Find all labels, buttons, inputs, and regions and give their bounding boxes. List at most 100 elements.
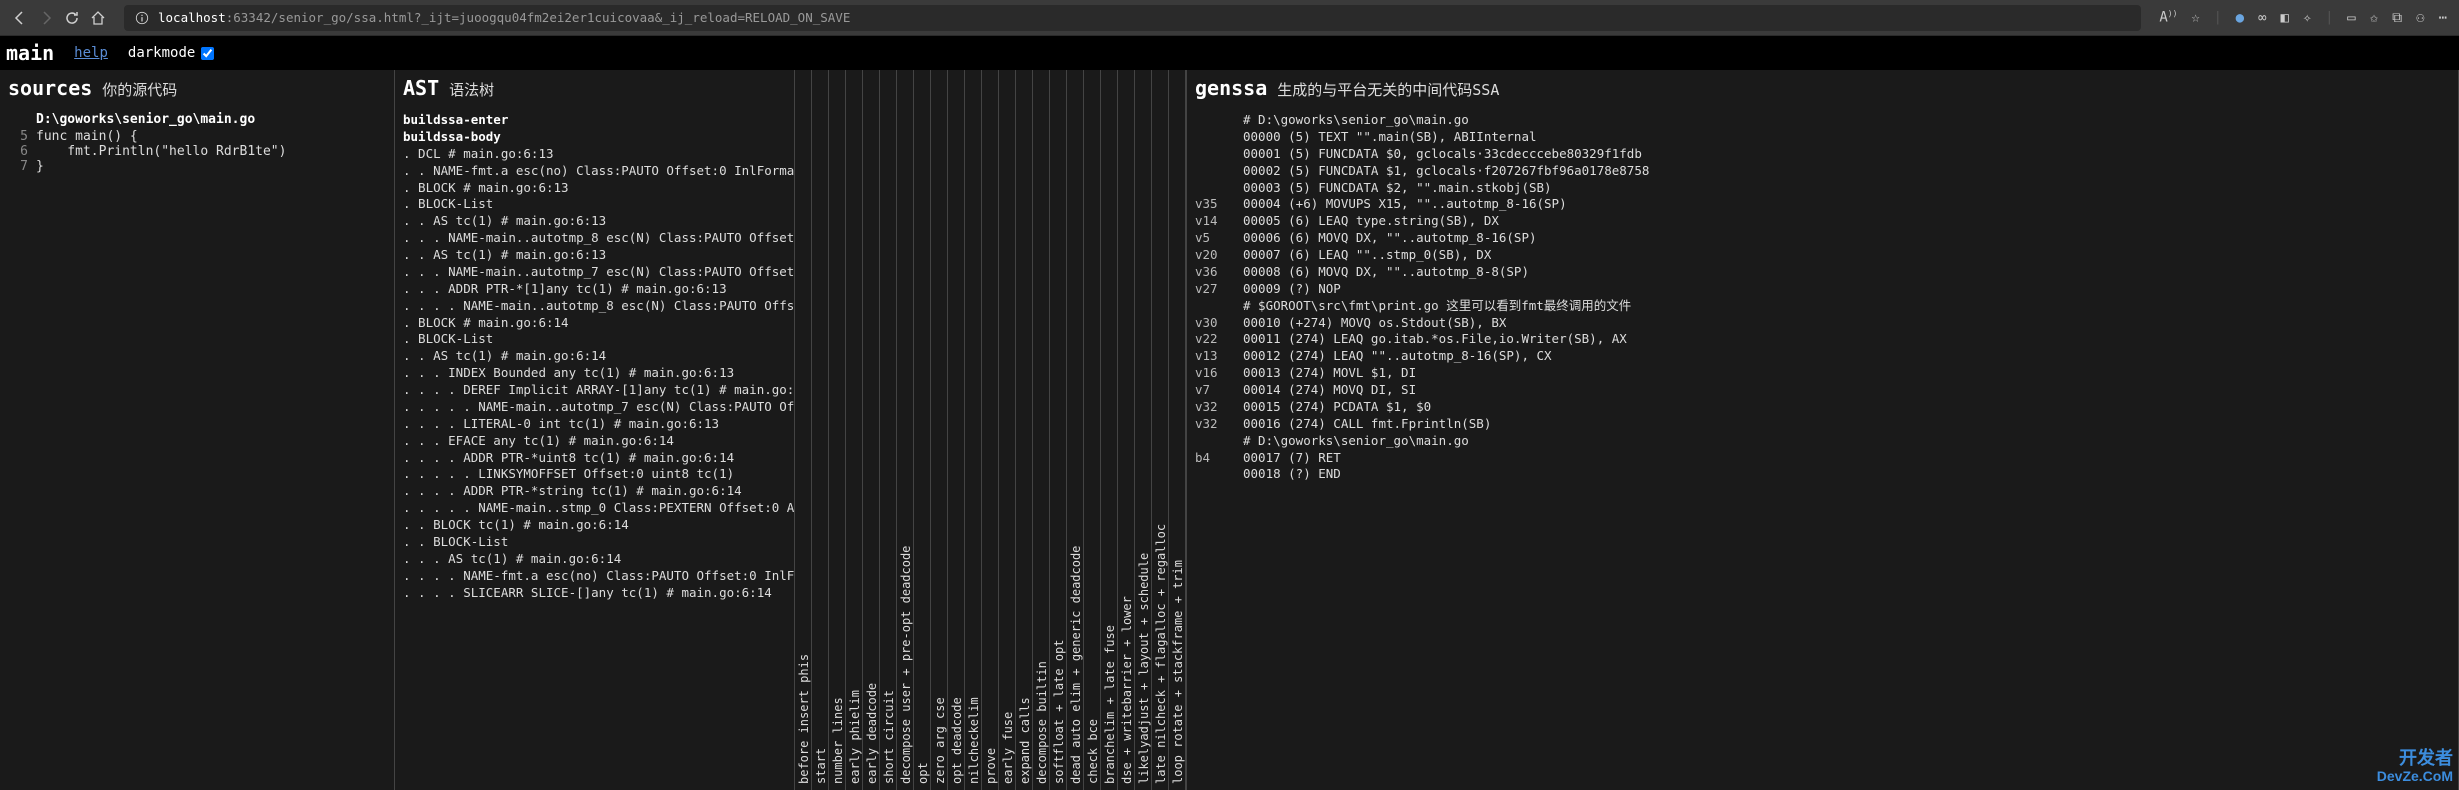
- pass-column[interactable]: dse + writebarrier + lower: [1118, 70, 1135, 790]
- ast-line: . . AS tc(1) # main.go:6:13: [403, 213, 786, 230]
- pass-column[interactable]: before insert phis: [795, 70, 812, 790]
- pass-column[interactable]: branchelim + late fuse: [1101, 70, 1118, 790]
- ast-line: . . NAME-fmt.a esc(no) Class:PAUTO Offse…: [403, 163, 786, 180]
- info-icon: [134, 10, 150, 26]
- genssa-row: v500006 (6) MOVQ DX, ""..autotmp_8-16(SP…: [1195, 230, 2450, 247]
- ast-title: AST: [403, 76, 439, 100]
- pass-column[interactable]: early fuse: [999, 70, 1016, 790]
- browser-right-icons: A)) ☆ | ● ∞ ◧ ✧ | ▭ ✩ ⧉ ⚇ ⋯: [2159, 9, 2447, 26]
- home-button[interactable]: [90, 10, 106, 26]
- genssa-row: 00002 (5) FUNCDATA $1, gclocals·f207267f…: [1195, 163, 2450, 180]
- genssa-row: v2000007 (6) LEAQ ""..stmp_0(SB), DX: [1195, 247, 2450, 264]
- source-line: 5func main() {: [8, 129, 386, 144]
- pass-column[interactable]: prove: [982, 70, 999, 790]
- genssa-row: 00018 (?) END: [1195, 466, 2450, 483]
- genssa-row: v3000010 (+274) MOVQ os.Stdout(SB), BX: [1195, 315, 2450, 332]
- status-dot-icon[interactable]: ●: [2236, 10, 2244, 26]
- genssa-body: # D:\goworks\senior_go\main.go00000 (5) …: [1195, 112, 2450, 483]
- ast-line: . . . . NAME-main..autotmp_8 esc(N) Clas…: [403, 298, 786, 315]
- extensions-icon[interactable]: ✧: [2303, 10, 2311, 26]
- ast-subtitle: 语法树: [449, 79, 494, 100]
- pass-column[interactable]: loop rotate + stackframe + trim: [1169, 70, 1186, 790]
- browser-toolbar: localhost:63342/senior_go/ssa.html?_ijt=…: [0, 0, 2459, 36]
- genssa-row: v1600013 (274) MOVL $1, DI: [1195, 365, 2450, 382]
- pass-column[interactable]: opt: [914, 70, 931, 790]
- ast-lines: buildssa-enterbuildssa-body. DCL # main.…: [403, 112, 786, 601]
- read-aloud-icon[interactable]: A)): [2159, 9, 2177, 26]
- page-title: main: [6, 41, 54, 65]
- ast-line: . BLOCK-List: [403, 196, 786, 213]
- pass-column[interactable]: dead auto elim + generic deadcode: [1067, 70, 1084, 790]
- pass-column[interactable]: check bce: [1084, 70, 1101, 790]
- genssa-row: v3500004 (+6) MOVUPS X15, ""..autotmp_8-…: [1195, 196, 2450, 213]
- pass-column[interactable]: decompose user + pre-opt deadcode: [897, 70, 914, 790]
- ast-line: . . BLOCK tc(1) # main.go:6:14: [403, 517, 786, 534]
- ast-line: . . AS tc(1) # main.go:6:13: [403, 247, 786, 264]
- pass-column[interactable]: likelyadjust + layout + schedule: [1135, 70, 1152, 790]
- genssa-row: # $GOROOT\src\fmt\print.go 这里可以看到fmt最终调用…: [1195, 298, 2450, 315]
- address-bar[interactable]: localhost:63342/senior_go/ssa.html?_ijt=…: [124, 5, 2141, 31]
- ast-line: . . . . ADDR PTR-*uint8 tc(1) # main.go:…: [403, 450, 786, 467]
- infinity-icon[interactable]: ∞: [2258, 10, 2266, 26]
- main-area: sources 你的源代码 D:\goworks\senior_go\main.…: [0, 70, 2459, 790]
- url-text: localhost:63342/senior_go/ssa.html?_ijt=…: [158, 10, 850, 25]
- pass-column[interactable]: short circuit: [880, 70, 897, 790]
- genssa-row: v700014 (274) MOVQ DI, SI: [1195, 382, 2450, 399]
- forward-button[interactable]: [38, 10, 54, 26]
- ast-line: . . . INDEX Bounded any tc(1) # main.go:…: [403, 365, 786, 382]
- genssa-row: v1300012 (274) LEAQ ""..autotmp_8-16(SP)…: [1195, 348, 2450, 365]
- favorites-bar-icon[interactable]: ✩: [2370, 10, 2378, 26]
- panel-icon[interactable]: ◧: [2281, 10, 2289, 26]
- pass-column[interactable]: nilcheckelim: [965, 70, 982, 790]
- ast-line: . . . . ADDR PTR-*string tc(1) # main.go…: [403, 483, 786, 500]
- pass-column[interactable]: number lines: [829, 70, 846, 790]
- refresh-button[interactable]: [64, 10, 80, 26]
- ast-phase-head: buildssa-body: [403, 129, 786, 146]
- ast-line: . . . . NAME-fmt.a esc(no) Class:PAUTO O…: [403, 568, 786, 585]
- ast-line: . BLOCK # main.go:6:14: [403, 315, 786, 332]
- pass-column[interactable]: early phielim: [846, 70, 863, 790]
- ast-line: . . . . . NAME-main..autotmp_7 esc(N) Cl…: [403, 399, 786, 416]
- favorite-icon[interactable]: ☆: [2191, 10, 2199, 26]
- profile-icon[interactable]: ⚇: [2416, 10, 2424, 26]
- genssa-title: genssa: [1195, 76, 1267, 100]
- ast-line: . . . . LITERAL-0 int tc(1) # main.go:6:…: [403, 416, 786, 433]
- ast-column: AST 语法树 buildssa-enterbuildssa-body. DCL…: [395, 70, 795, 790]
- sources-column: sources 你的源代码 D:\goworks\senior_go\main.…: [0, 70, 395, 790]
- ast-line: . . . . . NAME-main..stmp_0 Class:PEXTER…: [403, 500, 786, 517]
- pass-column[interactable]: early deadcode: [863, 70, 880, 790]
- genssa-row: # D:\goworks\senior_go\main.go: [1195, 433, 2450, 450]
- genssa-row: v3600008 (6) MOVQ DX, ""..autotmp_8-8(SP…: [1195, 264, 2450, 281]
- ast-phase-head: buildssa-enter: [403, 112, 786, 129]
- genssa-row: v3200016 (274) CALL fmt.Fprintln(SB): [1195, 416, 2450, 433]
- genssa-row: 00003 (5) FUNCDATA $2, "".main.stkobj(SB…: [1195, 180, 2450, 197]
- pass-column[interactable]: start: [812, 70, 829, 790]
- pass-column[interactable]: late nilcheck + flagalloc + regalloc: [1152, 70, 1169, 790]
- help-link[interactable]: help: [74, 45, 108, 61]
- pass-column[interactable]: zero arg cse: [931, 70, 948, 790]
- genssa-row: v2700009 (?) NOP: [1195, 281, 2450, 298]
- ast-line: . . . ADDR PTR-*[1]any tc(1) # main.go:6…: [403, 281, 786, 298]
- sidebar-icon[interactable]: ▭: [2347, 10, 2355, 26]
- pass-column[interactable]: decompose builtin: [1033, 70, 1050, 790]
- sources-title: sources: [8, 76, 92, 100]
- ast-line: . . . . . LINKSYMOFFSET Offset:0 uint8 t…: [403, 466, 786, 483]
- source-file-path: D:\goworks\senior_go\main.go: [8, 112, 386, 127]
- back-button[interactable]: [12, 10, 28, 26]
- ast-line: . . . NAME-main..autotmp_8 esc(N) Class:…: [403, 230, 786, 247]
- collections-icon[interactable]: ⧉: [2392, 10, 2402, 26]
- pass-column[interactable]: opt deadcode: [948, 70, 965, 790]
- darkmode-checkbox[interactable]: [201, 47, 214, 60]
- ssa-header: main help darkmode: [0, 36, 2459, 70]
- source-line: 7}: [8, 159, 386, 174]
- ast-line: . DCL # main.go:6:13: [403, 146, 786, 163]
- watermark: 开发者 DevZe.CoM: [2377, 749, 2453, 784]
- ast-line: . . . EFACE any tc(1) # main.go:6:14: [403, 433, 786, 450]
- darkmode-toggle[interactable]: darkmode: [128, 45, 214, 61]
- pass-column[interactable]: softfloat + late opt: [1050, 70, 1067, 790]
- ast-line: . . . AS tc(1) # main.go:6:14: [403, 551, 786, 568]
- more-icon[interactable]: ⋯: [2439, 10, 2447, 26]
- pass-column[interactable]: expand calls: [1016, 70, 1033, 790]
- ast-line: . . . NAME-main..autotmp_7 esc(N) Class:…: [403, 264, 786, 281]
- genssa-row: v1400005 (6) LEAQ type.string(SB), DX: [1195, 213, 2450, 230]
